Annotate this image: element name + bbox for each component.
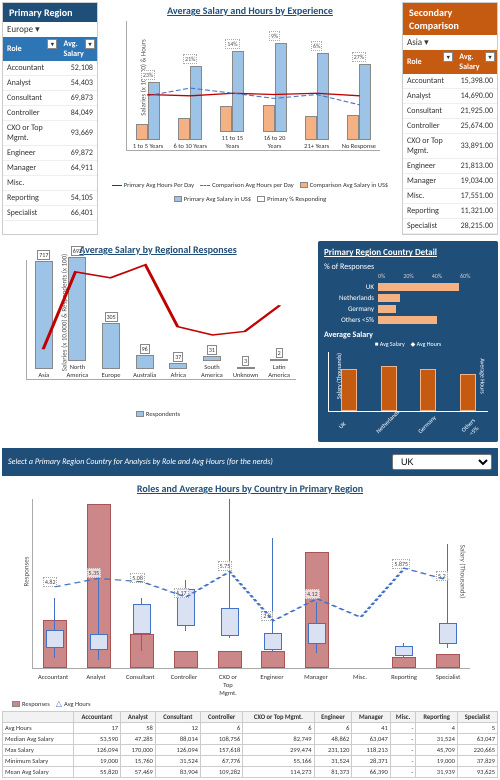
table-row: Accountant15,398.00 bbox=[403, 74, 497, 89]
filter-icon[interactable]: ▾ bbox=[47, 39, 57, 49]
primary-table: Role▾Avg. Salary▾ Accountant52,108 Analy… bbox=[3, 37, 97, 221]
table-row: Controller25,674.00 bbox=[403, 119, 497, 134]
filter-icon[interactable]: ▾ bbox=[85, 39, 95, 49]
secondary-region-select[interactable]: Asia ▾ bbox=[403, 35, 497, 50]
table-row: Specialist66,401 bbox=[3, 206, 97, 221]
primary-region-panel: Primary Region Europe ▾ Role▾Avg. Salary… bbox=[2, 2, 98, 235]
stats-table: AccountantAnalystConsultantControllerCXO… bbox=[2, 711, 498, 778]
filter-icon[interactable]: ▾ bbox=[485, 52, 495, 62]
secondary-table: Role▾Avg. Salary▾ Accountant15,398.00 An… bbox=[403, 50, 497, 234]
detail-title: Primary Region Country Detail bbox=[324, 247, 492, 258]
reg-legend: Respondents bbox=[2, 410, 314, 418]
table-row: Manager64,911 bbox=[3, 161, 97, 176]
regions-chart: Average Salary by Regional Responses Sal… bbox=[2, 241, 314, 442]
country-detail-panel: Primary Region Country Detail % of Respo… bbox=[318, 241, 498, 442]
primary-header: Primary Region bbox=[3, 3, 97, 22]
country-dropdown[interactable]: UK bbox=[392, 454, 492, 470]
table-row: Controller84,049 bbox=[3, 106, 97, 121]
country-selector: Select a Primary Region Country for Anal… bbox=[2, 448, 498, 476]
exp-legend: Primary Avg Hours Per Day Comparison Avg… bbox=[102, 181, 398, 203]
filter-icon[interactable]: ▾ bbox=[443, 52, 453, 62]
col-role[interactable]: Role▾ bbox=[3, 37, 59, 61]
table-row: Manager19,034.00 bbox=[403, 174, 497, 189]
dropdown-icon: ▾ bbox=[35, 24, 40, 35]
table-row: CXO or Top Mgmt.93,669 bbox=[3, 121, 97, 146]
exp-title: Average Salary and Hours by Experience bbox=[102, 4, 398, 17]
bottom-title: Roles and Average Hours by Country in Pr… bbox=[2, 482, 498, 495]
table-row: Engineer21,813.00 bbox=[403, 159, 497, 174]
y-axis-left: Responses bbox=[21, 556, 30, 586]
table-row: Accountant52,108 bbox=[3, 61, 97, 76]
table-row: CXO or Top Mgmt.33,891.00 bbox=[403, 134, 497, 159]
table-row: Reporting54,105 bbox=[3, 191, 97, 206]
bottom-legend: Responses △Avg Hours bbox=[12, 699, 498, 709]
col-sal[interactable]: Avg. Salary▾ bbox=[59, 37, 97, 61]
table-row: Misc.17,551.00 bbox=[403, 189, 497, 204]
secondary-panel: Secondary Comparison Asia ▾ Role▾Avg. Sa… bbox=[402, 2, 498, 235]
selector-label: Select a Primary Region Country for Anal… bbox=[8, 457, 384, 467]
table-row: Engineer69,872 bbox=[3, 146, 97, 161]
table-row: Misc. bbox=[3, 176, 97, 191]
experience-chart: Average Salary and Hours by Experience S… bbox=[102, 2, 398, 235]
table-row: Reporting11,321.00 bbox=[403, 204, 497, 219]
table-row: Consultant21,925.00 bbox=[403, 104, 497, 119]
table-row: Specialist28,215.00 bbox=[403, 219, 497, 234]
secondary-header: Secondary Comparison bbox=[403, 3, 497, 35]
table-row: Analyst54,403 bbox=[3, 76, 97, 91]
table-row: Analyst14,690.00 bbox=[403, 89, 497, 104]
primary-region-select[interactable]: Europe ▾ bbox=[3, 22, 97, 37]
table-row: Consultant69,873 bbox=[3, 91, 97, 106]
dropdown-icon: ▾ bbox=[424, 37, 429, 48]
roles-country-chart: Roles and Average Hours by Country in Pr… bbox=[2, 482, 498, 709]
